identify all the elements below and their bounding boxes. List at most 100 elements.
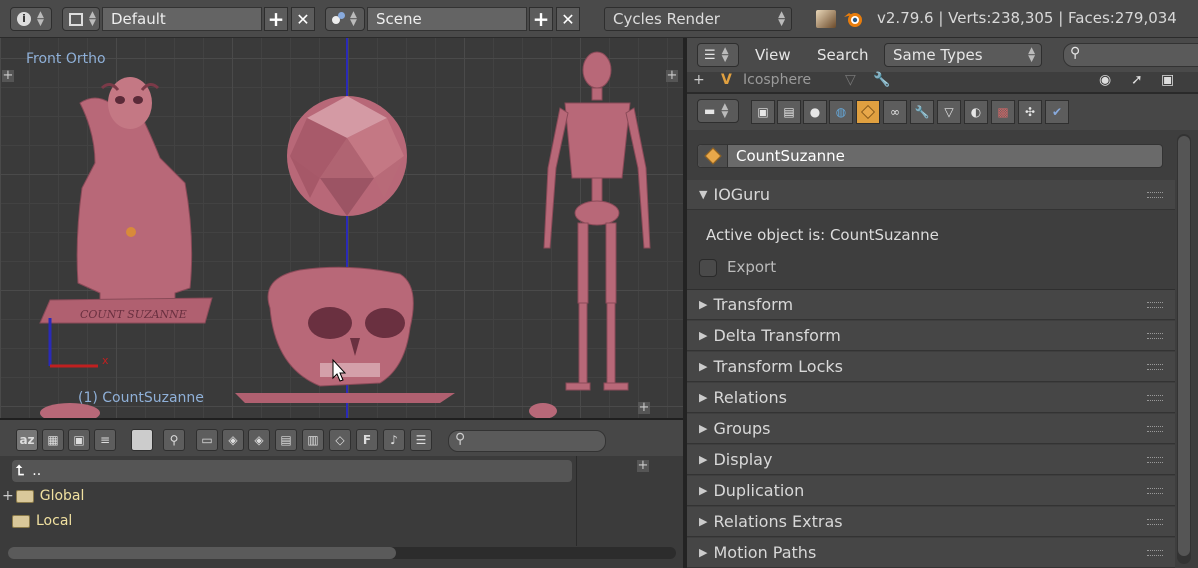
x-axis-letter: x [102,354,109,367]
drag-grip-icon[interactable] [1147,457,1163,463]
drag-grip-icon[interactable] [1147,192,1163,198]
scene-type-button[interactable]: ▲ ▼ [325,7,365,31]
sort-size-icon[interactable]: ≡ [94,429,116,451]
filter-folder-icon[interactable]: ▭ [196,429,218,451]
panel-header[interactable]: ▶ Transform [687,290,1175,320]
object-tab-icon[interactable] [856,100,880,124]
export-label: Export [727,258,777,276]
horizontal-scrollbar[interactable] [8,547,676,559]
panel-header[interactable]: ▶ Duplication [687,476,1175,506]
add-scene-button[interactable]: + [529,7,553,31]
panel-title: Delta Transform [713,326,841,345]
drag-grip-icon[interactable] [1147,488,1163,494]
delete-layout-button[interactable]: ✕ [291,7,315,31]
drag-grip-icon[interactable] [1147,364,1163,370]
drag-grip-icon[interactable] [1147,302,1163,308]
search-menu[interactable]: Search [817,46,869,64]
filter-movie-icon[interactable]: ▥ [302,429,324,451]
panel-header[interactable]: ▶ Display [687,445,1175,475]
outliner-row[interactable]: + V Icosphere ▽ 🔧 ◉ ➚ ▣ [687,72,1198,92]
filter-font-icon[interactable]: F [356,429,378,451]
panel-title: Motion Paths [713,543,817,562]
scene-name-field[interactable]: Scene [367,7,527,31]
parent-directory-row[interactable]: ⮤ .. [12,460,572,482]
expand-plus-icon[interactable]: + [693,72,705,88]
count-suzanne-model[interactable]: COUNT SUZANNE [39,77,213,324]
panel-header[interactable]: ▼ IOGuru [687,180,1175,210]
drag-grip-icon[interactable] [1147,395,1163,401]
corner-plus-icon[interactable]: + [637,459,649,472]
expand-plus-icon[interactable]: + [2,488,14,504]
skeleton-model[interactable] [543,51,651,391]
export-checkbox-row[interactable]: Export [699,258,776,277]
filter-text-icon[interactable]: ☰ [410,429,432,451]
icosphere-model[interactable] [287,96,407,216]
scrollbar-thumb[interactable] [8,547,396,559]
drag-grip-icon[interactable] [1147,333,1163,339]
properties-type-button[interactable]: ▬ ▲ ▼ [697,99,739,123]
physics-tab-icon[interactable]: ✔ [1045,100,1069,124]
particles-tab-icon[interactable]: ✣ [1018,100,1042,124]
scene-tab-icon[interactable]: ● [803,100,827,124]
layout-type-button[interactable]: ▲ ▼ [62,7,100,31]
filter-blend-icon[interactable]: ◈ [222,429,244,451]
outliner-search-input[interactable]: ⚲ [1063,43,1198,67]
search-icon: ⚲ [455,431,466,447]
filter-sound-icon[interactable]: ♪ [383,429,405,451]
panel-header[interactable]: ▶ Relations Extras [687,507,1175,537]
data-tab-icon[interactable]: ▽ [937,100,961,124]
constraints-tab-icon[interactable]: ∞ [883,100,907,124]
panel-header[interactable]: ▶ Delta Transform [687,321,1175,351]
filter-script-icon[interactable]: ◇ [329,429,351,451]
render-tab-camera-icon[interactable]: ▣ [751,100,775,124]
drag-grip-icon[interactable] [1147,550,1163,556]
editor-type-button[interactable]: i ▲ ▼ [10,7,52,31]
3d-viewport[interactable]: Front Ortho + + + COUNT SUZANNE x (1) Co… [0,38,683,418]
sort-date-icon[interactable]: ▣ [68,429,90,451]
render-layers-tab-icon[interactable]: ▤ [777,100,801,124]
view-menu[interactable]: View [755,46,791,64]
outliner-type-button[interactable]: ☰ ▲ ▼ [697,43,739,67]
visibility-eye-icon[interactable]: ◉ [1099,72,1111,88]
filter-icon[interactable]: ⚲ [163,429,185,451]
panel-header[interactable]: ▶ Relations [687,383,1175,413]
drag-grip-icon[interactable] [1147,426,1163,432]
panel-header[interactable]: ▶ Groups [687,414,1175,444]
render-camera-icon[interactable]: ▣ [1161,72,1174,88]
filter-backup-icon[interactable]: ◈ [248,429,270,451]
panel-header[interactable]: ▶ Motion Paths [687,538,1175,568]
layout-name-field[interactable]: Default [102,7,262,31]
sort-type-icon[interactable]: ▦ [42,429,64,451]
add-layout-button[interactable]: + [264,7,288,31]
hidden-files-icon[interactable] [131,429,153,451]
panel-header[interactable]: ▶ Transform Locks [687,352,1175,382]
panel-title: Display [713,450,773,469]
layout-icon [69,12,83,26]
outliner: ☰ ▲ ▼ View Search Same Types ▲ ▼ ⚲ + V Ico… [687,38,1198,92]
texture-tab-icon[interactable]: ▩ [991,100,1015,124]
folder-icon [12,514,30,528]
object-name-field[interactable]: CountSuzanne [697,144,1163,168]
export-checkbox[interactable] [699,258,717,277]
filter-image-icon[interactable]: ▤ [275,429,297,451]
statue-text: COUNT SUZANNE [80,308,187,321]
display-mode-select[interactable]: Same Types ▲ ▼ [884,43,1042,67]
file-search-input[interactable]: ⚲ [448,430,606,452]
material-tab-icon[interactable]: ◐ [964,100,988,124]
drag-grip-icon[interactable] [1147,519,1163,525]
scrollbar-thumb[interactable] [1178,136,1190,556]
file-browser: az ▦ ▣ ≡ ⚲ ▭ ◈ ◈ ▤ ▥ ◇ F ♪ ☰ ⚲ + ⮤ .. + … [0,418,683,568]
delete-scene-button[interactable]: ✕ [556,7,580,31]
select-arrow-icon[interactable]: ➚ [1131,72,1143,88]
panel-title: Groups [713,419,771,438]
render-engine-select[interactable]: Cycles Render ▲ ▼ [604,7,792,31]
list-item[interactable]: + Global [2,485,562,507]
world-tab-icon[interactable]: ◍ [829,100,853,124]
skull-model[interactable] [235,266,455,403]
modifiers-tab-icon[interactable]: 🔧 [910,100,934,124]
list-item[interactable]: Local [12,510,572,532]
sort-alpha-icon[interactable]: az [16,429,38,451]
triangle-right-icon: ▶ [699,391,708,404]
vertical-scrollbar[interactable] [1177,134,1191,564]
fullscreen-icon[interactable] [816,10,836,28]
